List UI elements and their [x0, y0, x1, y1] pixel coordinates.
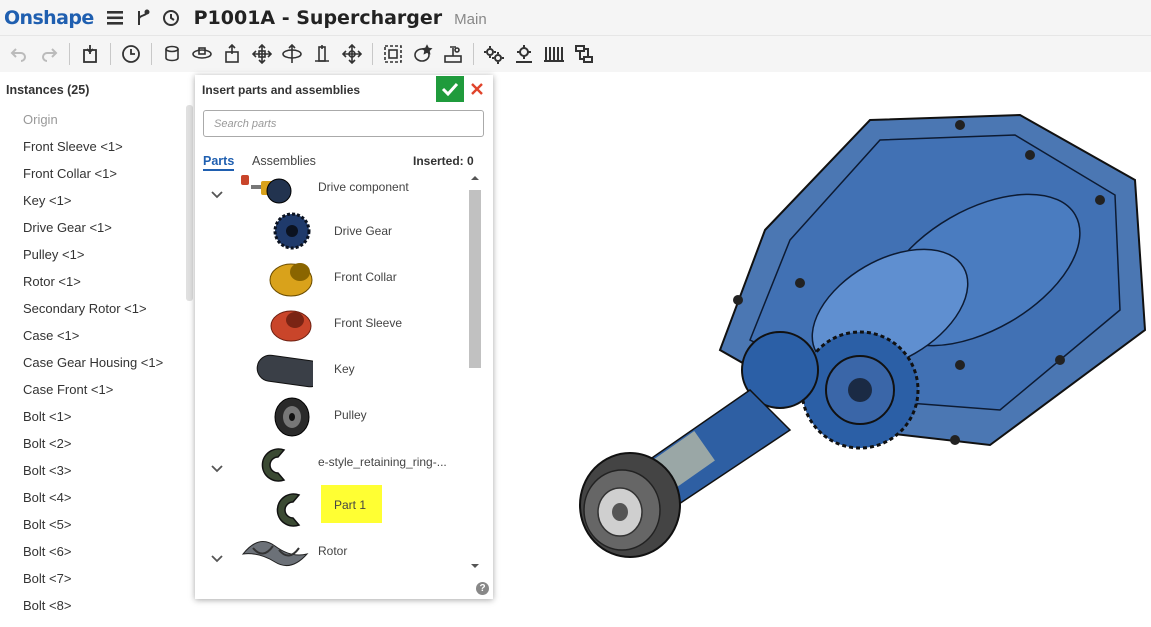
- search-box[interactable]: [203, 110, 484, 137]
- inserted-count: Inserted: 0: [413, 154, 474, 168]
- parts-row-label: e-style_retaining_ring-...: [318, 455, 447, 469]
- model-viewport[interactable]: [560, 100, 1151, 570]
- key-thumb: [256, 354, 313, 388]
- instances-list: Origin Front Sleeve <1> Front Collar <1>…: [23, 110, 163, 623]
- parts-group-row[interactable]: e-style_retaining_ring-...: [195, 438, 465, 484]
- branch-label: Main: [454, 10, 487, 28]
- onshape-logo[interactable]: Onshape: [4, 7, 94, 29]
- rack-pinion-icon[interactable]: [509, 39, 539, 69]
- instance-item[interactable]: Origin: [23, 110, 163, 137]
- animate-icon[interactable]: [438, 39, 468, 69]
- part-row-part-1[interactable]: Part 1: [195, 483, 465, 529]
- revolute-mate-icon[interactable]: [187, 39, 217, 69]
- parts-row-label: Key: [334, 362, 355, 376]
- insert-icon[interactable]: [75, 39, 105, 69]
- instance-item[interactable]: Secondary Rotor <1>: [23, 299, 163, 326]
- rotor-thumb: [241, 541, 309, 567]
- close-icon: [471, 83, 483, 95]
- timeline-icon[interactable]: [116, 39, 146, 69]
- part-row-key[interactable]: Key: [195, 346, 465, 392]
- scroll-down-icon[interactable]: [467, 561, 483, 571]
- group-icon[interactable]: [408, 39, 438, 69]
- supercharger-model: [579, 113, 1147, 558]
- pin-slot-mate-icon[interactable]: [307, 39, 337, 69]
- parts-row-label: Rotor: [318, 544, 348, 558]
- toolbar: [0, 36, 1151, 72]
- help-icon[interactable]: ?: [476, 582, 489, 595]
- instance-item[interactable]: Drive Gear <1>: [23, 218, 163, 245]
- parts-group-row[interactable]: Rotor: [195, 530, 465, 576]
- part-row-drive-gear[interactable]: Drive Gear: [195, 208, 465, 254]
- retaining-ring-thumb: [276, 493, 301, 527]
- pulley-thumb: [274, 397, 310, 437]
- instance-item[interactable]: Bolt <7>: [23, 569, 163, 596]
- toolbar-separator: [473, 43, 474, 65]
- instances-header[interactable]: Instances (25): [6, 83, 89, 97]
- instance-item[interactable]: Case Front <1>: [23, 380, 163, 407]
- parts-row-label: Front Collar: [334, 270, 397, 284]
- instance-item[interactable]: Front Sleeve <1>: [23, 137, 163, 164]
- instance-item[interactable]: Case Gear Housing <1>: [23, 353, 163, 380]
- parts-row-label: Pulley: [334, 408, 367, 422]
- instance-item[interactable]: Bolt <2>: [23, 434, 163, 461]
- instance-item[interactable]: Bolt <3>: [23, 461, 163, 488]
- document-title[interactable]: P1001A - Supercharger: [194, 7, 443, 29]
- parts-row-label: Part 1: [334, 498, 367, 512]
- linear-relation-icon[interactable]: [569, 39, 599, 69]
- instance-item[interactable]: Key <1>: [23, 191, 163, 218]
- retaining-ring-thumb: [261, 448, 286, 482]
- chevron-down-icon[interactable]: [210, 464, 224, 474]
- fastened-mate-icon[interactable]: [157, 39, 187, 69]
- redo-icon[interactable]: [34, 39, 64, 69]
- version-graph-icon[interactable]: [132, 7, 154, 29]
- search-input[interactable]: [204, 111, 483, 136]
- tab-assemblies[interactable]: Assemblies: [252, 154, 316, 168]
- toolbar-separator: [372, 43, 373, 65]
- tab-parts[interactable]: Parts: [203, 154, 235, 171]
- top-bar: Onshape P1001A - Supercharger Main: [0, 0, 1151, 36]
- parts-row-label: Front Sleeve: [334, 316, 403, 330]
- parts-row-label: Drive component: [318, 180, 409, 194]
- instance-item[interactable]: Bolt <5>: [23, 515, 163, 542]
- parts-row-label: Drive Gear: [334, 224, 393, 238]
- toolbar-separator: [110, 43, 111, 65]
- screw-relation-icon[interactable]: [539, 39, 569, 69]
- gear-thumb: [273, 212, 311, 250]
- planar-mate-icon[interactable]: [247, 39, 277, 69]
- slider-mate-icon[interactable]: [217, 39, 247, 69]
- toolbar-separator: [151, 43, 152, 65]
- instance-item[interactable]: Bolt <8>: [23, 596, 163, 623]
- history-clock-icon[interactable]: [160, 7, 182, 29]
- undo-icon[interactable]: [4, 39, 34, 69]
- checkmark-icon: [441, 82, 459, 96]
- instance-item[interactable]: Case <1>: [23, 326, 163, 353]
- confirm-button[interactable]: [436, 76, 464, 102]
- instances-scrollbar[interactable]: [186, 105, 193, 301]
- dialog-title: Insert parts and assemblies: [202, 83, 361, 97]
- cylindrical-mate-icon[interactable]: [277, 39, 307, 69]
- instance-item[interactable]: Bolt <4>: [23, 488, 163, 515]
- part-row-front-collar[interactable]: Front Collar: [195, 254, 465, 300]
- ball-mate-icon[interactable]: [337, 39, 367, 69]
- part-row-pulley[interactable]: Pulley: [195, 392, 465, 438]
- instance-item[interactable]: Rotor <1>: [23, 272, 163, 299]
- toolbar-separator: [69, 43, 70, 65]
- scroll-up-icon[interactable]: [467, 173, 483, 183]
- instance-item[interactable]: Front Collar <1>: [23, 164, 163, 191]
- mate-connector-icon[interactable]: [378, 39, 408, 69]
- chevron-down-icon[interactable]: [210, 554, 224, 564]
- dialog-scroll-thumb[interactable]: [469, 190, 481, 368]
- menu-icon[interactable]: [104, 7, 126, 29]
- part-row-front-sleeve[interactable]: Front Sleeve: [195, 300, 465, 346]
- sleeve-thumb: [270, 310, 312, 342]
- instance-item[interactable]: Pulley <1>: [23, 245, 163, 272]
- collar-thumb: [269, 263, 313, 297]
- insert-parts-dialog: Insert parts and assemblies Parts Assemb…: [195, 75, 493, 599]
- gear-relation-icon[interactable]: [479, 39, 509, 69]
- cancel-button[interactable]: [467, 78, 487, 100]
- instance-item[interactable]: Bolt <1>: [23, 407, 163, 434]
- instances-panel: Instances (25) Origin Front Sleeve <1> F…: [0, 72, 195, 627]
- chevron-down-icon[interactable]: [210, 190, 224, 200]
- instance-item[interactable]: Bolt <6>: [23, 542, 163, 569]
